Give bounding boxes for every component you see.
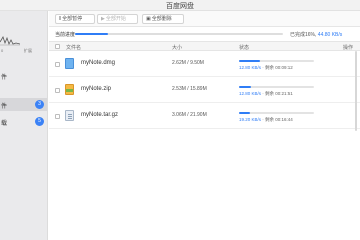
table-header: 文件名 大小 状态 操作 xyxy=(49,41,360,51)
row-progress-bar xyxy=(239,112,314,114)
row-progress-fill xyxy=(239,112,250,114)
row-progress-fill xyxy=(239,60,260,62)
row-status: 12.80 KB/s · 剩余 00:21:51 xyxy=(239,91,293,97)
play-icon: ▶ xyxy=(101,16,105,22)
sidebar-item-completed[interactable]: 载 5 xyxy=(0,115,47,128)
progress-label: 当前进度 xyxy=(55,32,76,38)
overall-progress: 当前进度 已完成16%, 44.80 KB/s xyxy=(49,28,360,40)
sidebar-item-label: 载 xyxy=(1,121,8,127)
pause-all-label: 全部暂停 xyxy=(62,16,83,22)
file-name: myNote.dmg xyxy=(81,60,116,66)
archive-file-icon xyxy=(65,110,74,121)
column-name: 文件名 xyxy=(66,45,82,51)
sidebar: 0 扩展 件 件 3 载 5 xyxy=(0,11,48,240)
sidebar-item-label: 件 xyxy=(1,104,8,110)
row-speed: 12.80 KB/s xyxy=(239,91,262,96)
progress-speed: 44.80 KB/s xyxy=(317,32,343,38)
column-size: 大小 xyxy=(172,45,183,51)
progress-bar xyxy=(75,33,283,35)
title-bar: 百度网盘 xyxy=(0,0,360,11)
count-badge: 3 xyxy=(35,100,44,109)
zip-file-icon xyxy=(65,84,74,95)
file-size: 3.06M / 21.90M xyxy=(172,112,207,118)
toolbar: ‖全部暂停 ▶全部开始 ▣全部删除 xyxy=(49,11,360,27)
file-size: 2.53M / 15.89M xyxy=(172,86,207,92)
row-remaining: · 剩余 00:09:12 xyxy=(262,65,293,70)
column-action: 操作 xyxy=(343,45,354,51)
trash-icon: ▣ xyxy=(146,16,151,22)
pause-all-button[interactable]: ‖全部暂停 xyxy=(55,14,95,24)
table-row[interactable]: myNote.tar.gz 3.06M / 21.90M 19.20 KB/s … xyxy=(49,104,360,129)
progress-done-text: 已完成16%, xyxy=(290,32,317,38)
expand-link[interactable]: 扩展 xyxy=(24,48,32,54)
table-row[interactable]: myNote.zip 2.53M / 15.89M 12.80 KB/s · 剩… xyxy=(49,78,360,103)
delete-all-label: 全部删除 xyxy=(151,16,172,22)
row-progress-bar xyxy=(239,60,314,62)
row-status: 12.80 KB/s · 剩余 00:09:12 xyxy=(239,65,293,71)
sidebar-item-files[interactable]: 件 xyxy=(0,69,47,82)
row-checkbox[interactable] xyxy=(55,62,60,67)
row-checkbox[interactable] xyxy=(55,114,60,119)
count-badge: 5 xyxy=(35,117,44,126)
table-row[interactable]: myNote.dmg 2.62M / 9.50M 12.80 KB/s · 剩余… xyxy=(49,52,360,77)
row-speed: 12.80 KB/s xyxy=(239,65,262,70)
file-name: myNote.zip xyxy=(81,86,112,92)
storage-chart xyxy=(0,36,20,46)
window-title: 百度网盘 xyxy=(166,3,194,10)
row-progress-bar xyxy=(239,86,314,88)
progress-summary: 已完成16%, 44.80 KB/s xyxy=(290,31,342,38)
scrollbar[interactable] xyxy=(355,51,357,131)
start-all-button[interactable]: ▶全部开始 xyxy=(97,14,138,24)
row-remaining: · 剩余 00:21:51 xyxy=(262,91,293,96)
column-status: 状态 xyxy=(239,45,250,51)
dmg-file-icon xyxy=(65,58,74,69)
start-all-label: 全部开始 xyxy=(105,16,126,22)
row-status: 19.20 KB/s · 剩余 00:16:44 xyxy=(239,117,293,123)
sidebar-item-downloading[interactable]: 件 3 xyxy=(0,98,47,111)
sidebar-item-label: 件 xyxy=(1,75,8,81)
delete-all-button[interactable]: ▣全部删除 xyxy=(142,14,184,24)
select-all-checkbox[interactable] xyxy=(55,44,60,49)
storage-count: 0 xyxy=(1,48,4,53)
row-remaining: · 剩余 00:16:44 xyxy=(262,117,293,122)
progress-fill xyxy=(75,33,109,35)
row-speed: 19.20 KB/s xyxy=(239,117,262,122)
row-progress-fill xyxy=(239,86,251,88)
file-name: myNote.tar.gz xyxy=(81,112,119,118)
row-checkbox[interactable] xyxy=(55,88,60,93)
pause-icon: ‖ xyxy=(59,16,62,22)
file-size: 2.62M / 9.50M xyxy=(172,60,204,66)
